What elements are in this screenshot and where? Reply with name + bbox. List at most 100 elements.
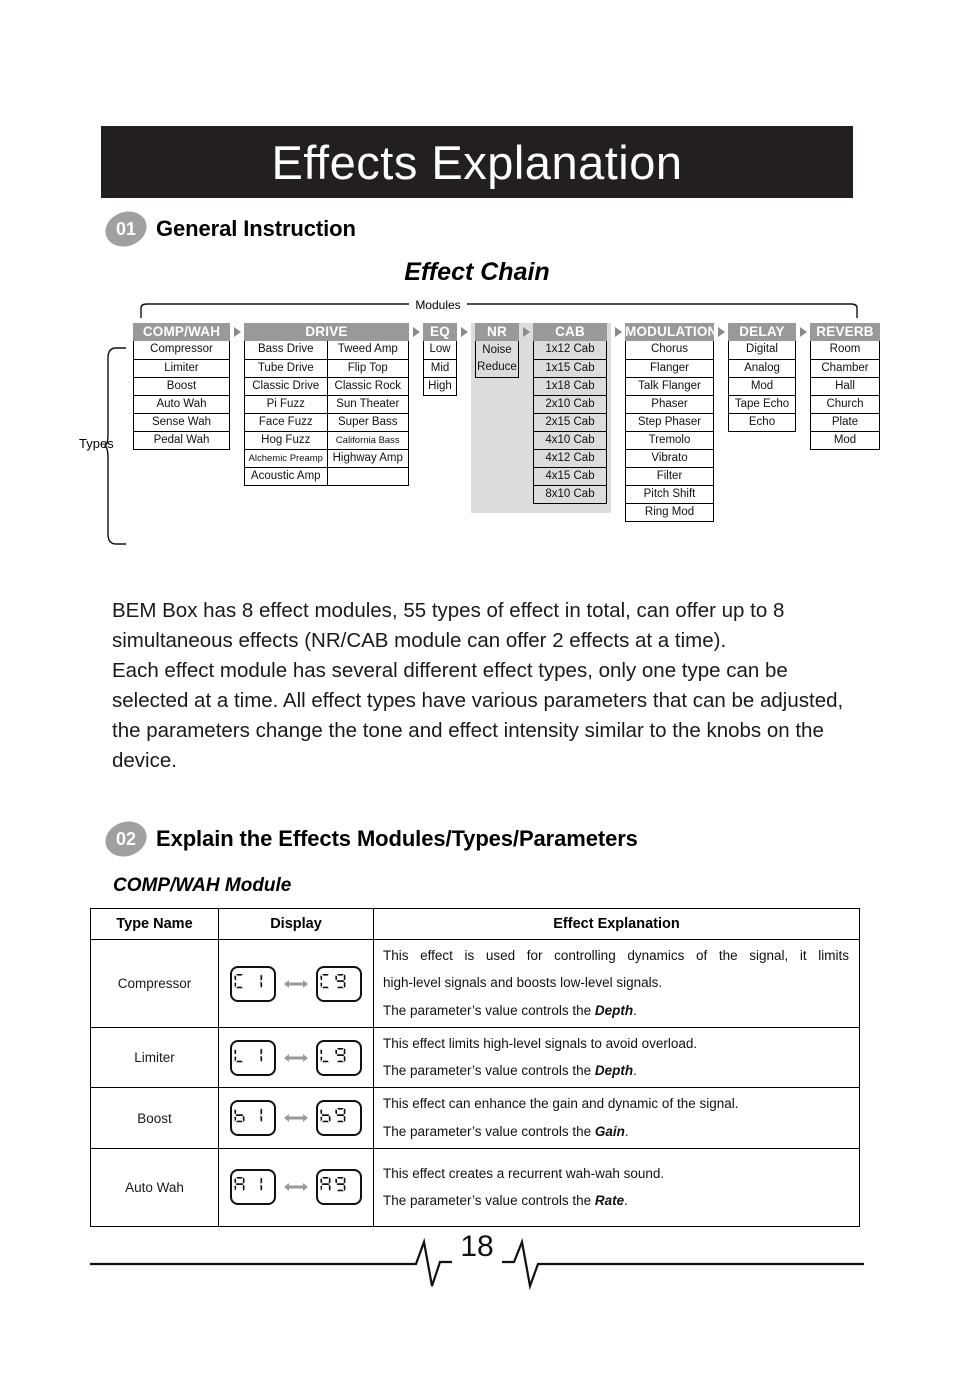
module-type-highway-amp[interactable]: Highway Amp bbox=[326, 449, 408, 467]
chain-arrow-icon bbox=[796, 323, 810, 341]
module-type-chamber[interactable]: Chamber bbox=[811, 359, 879, 377]
module-type-vibrato[interactable]: Vibrato bbox=[626, 449, 713, 467]
module-type-2x15-cab[interactable]: 2x15 Cab bbox=[534, 413, 606, 431]
module-type-classic-drive[interactable]: Classic Drive bbox=[245, 377, 327, 395]
module-type-auto-wah[interactable]: Auto Wah bbox=[134, 395, 229, 413]
module-type-bass-drive[interactable]: Bass Drive bbox=[245, 341, 327, 359]
module-type-chorus[interactable]: Chorus bbox=[626, 341, 713, 359]
display-range bbox=[219, 1039, 373, 1076]
module-comp-wah[interactable]: COMP/WAH Compressor Limiter Boost Auto Wah Se… bbox=[133, 323, 230, 450]
module-header: DRIVE bbox=[244, 323, 409, 341]
module-type-flip-top[interactable]: Flip Top bbox=[326, 359, 408, 377]
module-type-row: Tape Echo bbox=[729, 395, 795, 413]
module-type-analog[interactable]: Analog bbox=[729, 359, 795, 377]
parameter-name: Depth bbox=[594, 1002, 634, 1018]
section-heading-02: 02 Explain the Effects Modules/Types/Par… bbox=[100, 815, 638, 863]
module-type-california-bass[interactable]: California Bass bbox=[326, 431, 408, 449]
module-type-tape-echo[interactable]: Tape Echo bbox=[729, 395, 795, 413]
module-type-row: Echo bbox=[729, 413, 795, 431]
module-type-list: Digital Analog Mod Tape Echo Echo bbox=[728, 341, 796, 432]
module-type-row: Hog Fuzz California Bass bbox=[245, 431, 408, 449]
module-type-row: Church bbox=[811, 395, 879, 413]
section-badge-number: 02 bbox=[115, 829, 137, 849]
explanation-line: This effect creates a recurrent wah-wah … bbox=[383, 1165, 665, 1181]
module-type-row: Pedal Wah bbox=[134, 431, 229, 449]
module-type-pitch-shift[interactable]: Pitch Shift bbox=[626, 485, 713, 503]
module-type-list: 1x12 Cab 1x15 Cab 1x18 Cab 2x10 Cab 2x15 Cab… bbox=[533, 341, 607, 504]
module-type-list: Noise Reduce bbox=[475, 341, 519, 378]
module-type-room[interactable]: Room bbox=[811, 341, 879, 359]
cell-effect-explanation: This effect can enhance the gain and dyn… bbox=[373, 1087, 860, 1149]
module-drive[interactable]: DRIVE Bass Drive Tweed Amp Tube Drive Flip T… bbox=[244, 323, 409, 486]
module-type-hog-fuzz[interactable]: Hog Fuzz bbox=[245, 431, 327, 449]
module-type-4x12-cab[interactable]: 4x12 Cab bbox=[534, 449, 606, 467]
section-title-01: General Instruction bbox=[156, 216, 356, 241]
module-type-row: Filter bbox=[626, 467, 713, 485]
module-type-list: Compressor Limiter Boost Auto Wah Sense Wah P… bbox=[133, 341, 230, 450]
body-paragraph-2: Each effect module has several different… bbox=[112, 659, 844, 772]
chain-arrow-icon bbox=[457, 323, 471, 341]
module-type-step-phaser[interactable]: Step Phaser bbox=[626, 413, 713, 431]
module-type-church[interactable]: Church bbox=[811, 395, 879, 413]
module-type-sun-theater[interactable]: Sun Theater bbox=[326, 395, 408, 413]
module-type-classic-rock[interactable]: Classic Rock bbox=[326, 377, 408, 395]
cell-display bbox=[218, 1147, 374, 1227]
module-type-row: Ring Mod bbox=[626, 503, 713, 521]
module-type-phaser[interactable]: Phaser bbox=[626, 395, 713, 413]
module-type-4x15-cab[interactable]: 4x15 Cab bbox=[534, 467, 606, 485]
module-type-filter[interactable]: Filter bbox=[626, 467, 713, 485]
module-delay[interactable]: DELAY Digital Analog Mod Tape Echo Echo bbox=[728, 323, 796, 432]
module-reverb[interactable]: REVERB Room Chamber Hall Church Plate Mod bbox=[810, 323, 880, 450]
module-type-mod[interactable]: Mod bbox=[811, 431, 879, 449]
module-nr[interactable]: NR Noise Reduce bbox=[475, 323, 519, 378]
module-type-4x10-cab[interactable]: 4x10 Cab bbox=[534, 431, 606, 449]
module-cab[interactable]: CAB 1x12 Cab 1x15 Cab 1x18 Cab 2x10 Cab 2x15 … bbox=[533, 323, 607, 504]
lcd-display-to bbox=[316, 1100, 362, 1137]
module-group-nr-cab: NR Noise Reduce CAB 1x12 Cab 1x15 Cab 1x18 Cab… bbox=[471, 323, 611, 513]
module-type-high[interactable]: High bbox=[424, 377, 456, 395]
module-type-1x18-cab[interactable]: 1x18 Cab bbox=[534, 377, 606, 395]
module-type-noise-reduce[interactable]: Noise Reduce bbox=[476, 341, 518, 377]
module-type-echo[interactable]: Echo bbox=[729, 413, 795, 431]
module-type-digital[interactable]: Digital bbox=[729, 341, 795, 359]
module-type-tremolo[interactable]: Tremolo bbox=[626, 431, 713, 449]
module-type-low[interactable]: Low bbox=[424, 341, 456, 359]
module-type-row: Alchemic Preamp Highway Amp bbox=[245, 449, 408, 467]
module-type-1x12-cab[interactable]: 1x12 Cab bbox=[534, 341, 606, 359]
module-type-hall[interactable]: Hall bbox=[811, 377, 879, 395]
parameter-name: Rate bbox=[594, 1192, 625, 1208]
module-type-mod[interactable]: Mod bbox=[729, 377, 795, 395]
table-row: Auto Wah This effect creates a recurrent … bbox=[90, 1147, 860, 1227]
module-type-face-fuzz[interactable]: Face Fuzz bbox=[245, 413, 327, 431]
module-type-2x10-cab[interactable]: 2x10 Cab bbox=[534, 395, 606, 413]
module-type-acoustic-amp[interactable]: Acoustic Amp bbox=[245, 467, 327, 485]
module-eq[interactable]: EQ Low Mid High bbox=[423, 323, 457, 396]
module-type-cell-empty bbox=[326, 467, 408, 485]
double-arrow-icon bbox=[284, 979, 308, 988]
module-type-8x10-cab[interactable]: 8x10 Cab bbox=[534, 485, 606, 503]
module-type-super-bass[interactable]: Super Bass bbox=[326, 413, 408, 431]
module-type-1x15-cab[interactable]: 1x15 Cab bbox=[534, 359, 606, 377]
module-type-plate[interactable]: Plate bbox=[811, 413, 879, 431]
module-type-talk-flanger[interactable]: Talk Flanger bbox=[626, 377, 713, 395]
table-row: Limiter This effect limits high-level sig… bbox=[90, 1026, 860, 1089]
module-type-tweed-amp[interactable]: Tweed Amp bbox=[326, 341, 409, 359]
module-type-row: 1x18 Cab bbox=[534, 377, 606, 395]
module-type-pedal-wah[interactable]: Pedal Wah bbox=[134, 431, 229, 449]
module-type-limiter[interactable]: Limiter bbox=[134, 359, 229, 377]
section-title-02: Explain the Effects Modules/Types/Parame… bbox=[156, 826, 638, 851]
module-type-pi-fuzz[interactable]: Pi Fuzz bbox=[245, 395, 327, 413]
module-type-boost[interactable]: Boost bbox=[134, 377, 229, 395]
module-type-flanger[interactable]: Flanger bbox=[626, 359, 713, 377]
module-type-row: Analog bbox=[729, 359, 795, 377]
module-modulation[interactable]: MODULATION Chorus Flanger Talk Flanger Phase… bbox=[625, 323, 717, 522]
module-type-row: Room bbox=[811, 341, 879, 359]
module-type-row: Step Phaser bbox=[626, 413, 713, 431]
module-type-ring-mod[interactable]: Ring Mod bbox=[626, 503, 713, 521]
module-type-sense-wah[interactable]: Sense Wah bbox=[134, 413, 229, 431]
module-type-alchemic-preamp[interactable]: Alchemic Preamp bbox=[245, 449, 327, 467]
module-type-compressor[interactable]: Compressor bbox=[134, 341, 229, 359]
module-type-tube-drive[interactable]: Tube Drive bbox=[245, 359, 327, 377]
module-type-mid[interactable]: Mid bbox=[424, 359, 456, 377]
lcd-display-from bbox=[230, 965, 276, 1002]
